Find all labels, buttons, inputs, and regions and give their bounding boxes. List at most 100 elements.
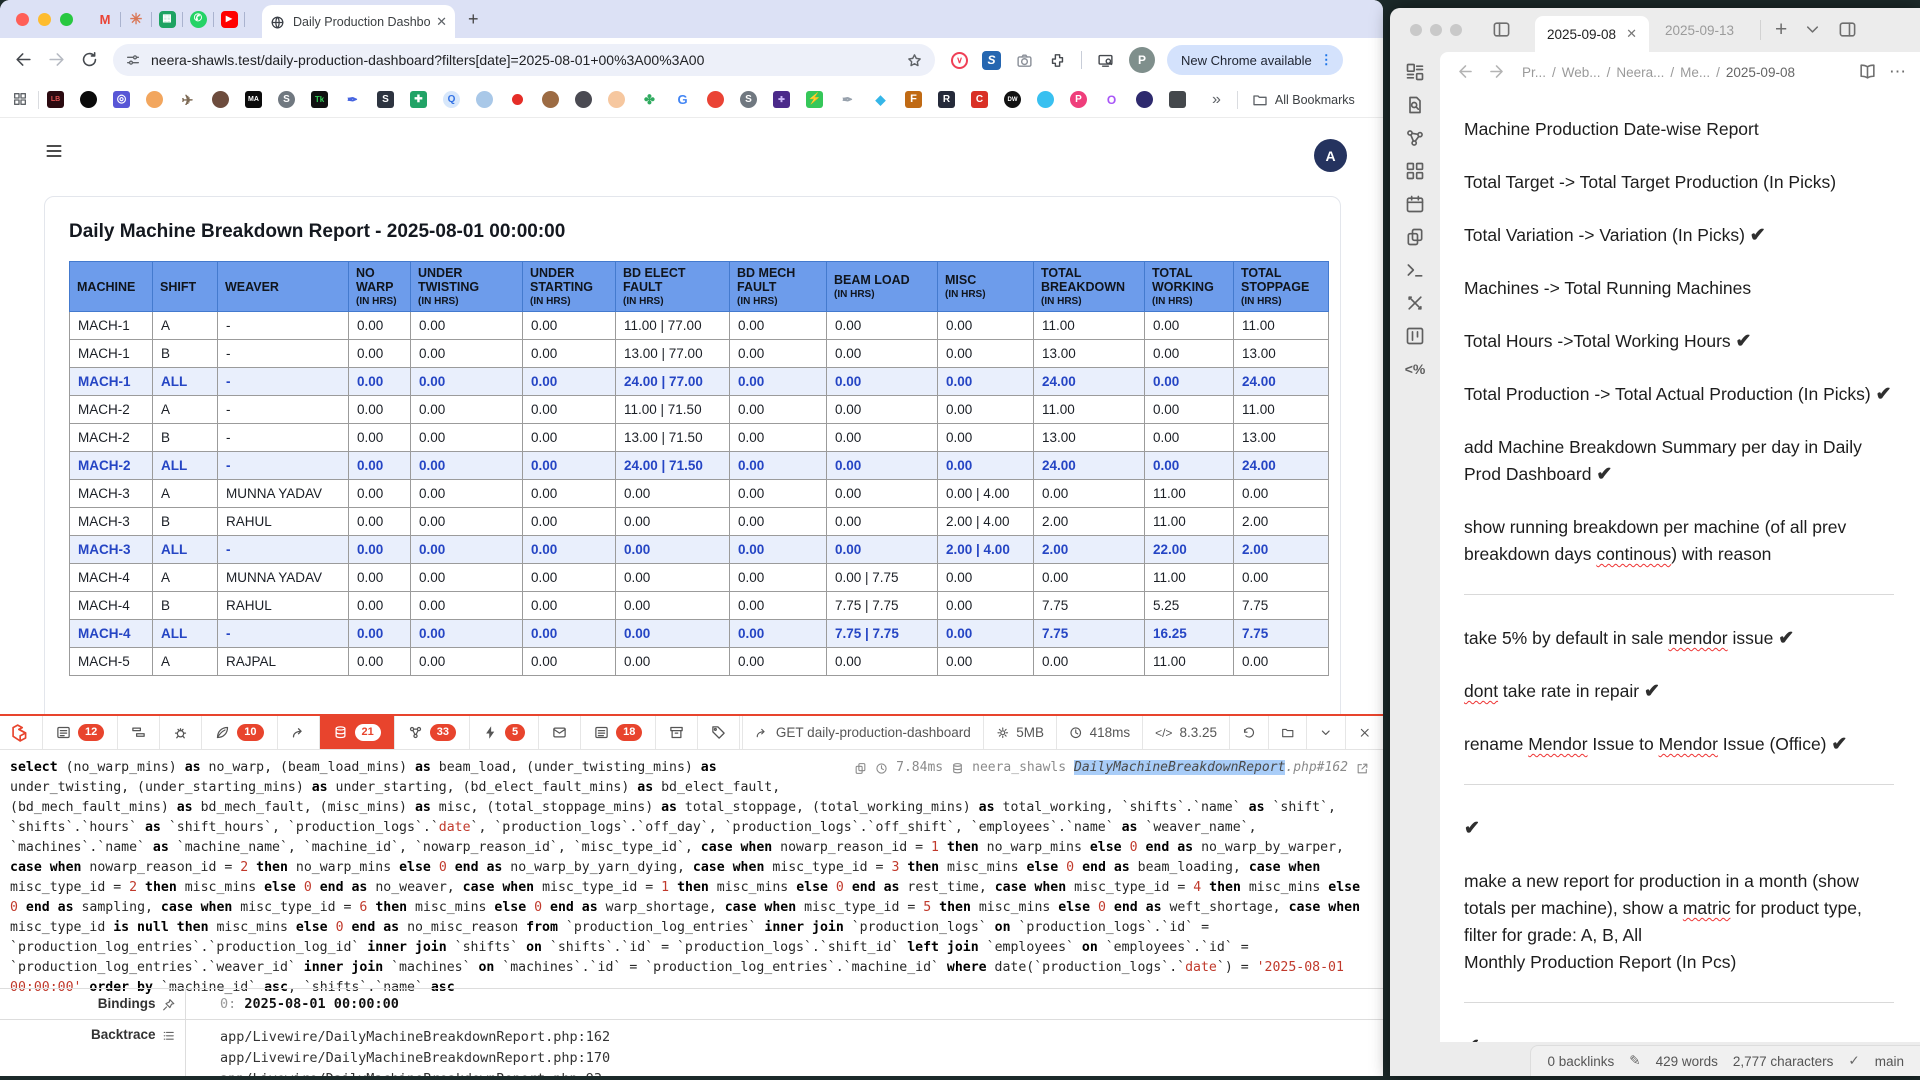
breadcrumb-segment[interactable]: 2025-09-08 bbox=[1726, 65, 1795, 80]
edit-mode-pencil-icon[interactable]: ✎ bbox=[1629, 1053, 1640, 1069]
apps-grid-icon[interactable] bbox=[12, 91, 28, 109]
maximize-window-button[interactable] bbox=[60, 13, 73, 26]
bookmark-favicon-target-purple[interactable]: ◎ bbox=[113, 91, 130, 108]
send-to-device-icon[interactable] bbox=[1096, 51, 1115, 70]
backlinks-count[interactable]: 0 backlinks bbox=[1547, 1054, 1614, 1069]
tab-daily-production-dashboard[interactable]: Daily Production Dashboard - ✕ bbox=[262, 5, 455, 38]
bookmarks-overflow-icon[interactable]: » bbox=[1212, 91, 1221, 109]
bookmark-favicon-s-gray2[interactable]: S bbox=[740, 91, 757, 108]
user-avatar[interactable]: A bbox=[1314, 139, 1347, 172]
bookmark-favicon-tk[interactable]: Tk bbox=[311, 91, 328, 108]
open-folder-button[interactable] bbox=[1268, 716, 1307, 749]
pocket-extension-icon[interactable]: ∨ bbox=[951, 52, 968, 69]
bookmark-favicon-google[interactable]: G bbox=[674, 91, 691, 108]
hamburger-menu-icon[interactable] bbox=[44, 139, 64, 162]
debugbar-tab-exceptions[interactable] bbox=[160, 716, 202, 749]
all-bookmarks-button[interactable]: All Bookmarks bbox=[1252, 92, 1355, 108]
back-button[interactable] bbox=[14, 49, 33, 71]
obsidian-traffic-lights[interactable] bbox=[1410, 24, 1470, 36]
bookmark-favicon-c-red[interactable]: C bbox=[971, 91, 988, 108]
bookmark-favicon-o-purple[interactable]: O bbox=[1103, 91, 1120, 108]
breadcrumb-segment[interactable]: Web... bbox=[1562, 65, 1601, 80]
canvas-icon[interactable] bbox=[1405, 161, 1425, 181]
bookmark-favicon-shield-purple[interactable]: ✚ bbox=[773, 91, 790, 108]
bookmark-favicon-ma[interactable]: MA bbox=[245, 91, 262, 108]
character-count[interactable]: 2,777 characters bbox=[1733, 1054, 1834, 1069]
bookmark-favicon-feather-blue[interactable]: ✒ bbox=[344, 91, 361, 108]
address-bar[interactable]: neera-shawls.test/daily-production-dashb… bbox=[113, 44, 935, 76]
bookmark-favicon-maps-pin[interactable] bbox=[707, 91, 724, 108]
bookmark-favicon-black-oval[interactable] bbox=[80, 91, 97, 108]
bookmark-favicon-p-pink[interactable]: P bbox=[1070, 91, 1087, 108]
bookmark-favicon-clover[interactable]: ✤ bbox=[641, 91, 658, 108]
copy-icon[interactable] bbox=[1405, 227, 1425, 247]
site-settings-icon[interactable] bbox=[125, 51, 141, 69]
terminal-icon[interactable] bbox=[1405, 260, 1425, 280]
profile-avatar[interactable]: P bbox=[1129, 47, 1155, 73]
debugbar-tab-mails[interactable] bbox=[539, 716, 581, 749]
search-doc-icon[interactable] bbox=[1405, 95, 1425, 115]
laravel-logo-icon[interactable] bbox=[0, 716, 43, 749]
cards-icon[interactable] bbox=[1405, 62, 1425, 82]
forward-button[interactable] bbox=[47, 49, 66, 71]
bookmark-favicon-q-blue[interactable]: Q bbox=[443, 91, 460, 108]
pinned-tab-sheets-icon[interactable]: ▦ bbox=[152, 4, 182, 34]
note-editor[interactable]: Machine Production Date-wise ReportTotal… bbox=[1440, 92, 1920, 1042]
toggle-right-sidebar-icon[interactable] bbox=[1838, 19, 1857, 41]
debugbar-tab-route[interactable] bbox=[278, 716, 320, 749]
breadcrumb-segment[interactable]: Pr... bbox=[1522, 65, 1546, 80]
bookmark-favicon-red-dot[interactable] bbox=[509, 91, 526, 108]
debugbar-tab-livewire[interactable]: 5 bbox=[470, 716, 539, 749]
bookmark-favicon-dw-black[interactable]: DW bbox=[1004, 91, 1021, 108]
bookmark-favicon-person-orange[interactable] bbox=[146, 91, 163, 108]
bookmark-favicon-rocket[interactable] bbox=[212, 91, 229, 108]
sync-check-icon[interactable]: ✓ bbox=[1848, 1053, 1859, 1069]
debugbar-tab-queries[interactable]: 21 bbox=[320, 716, 395, 749]
more-options-icon[interactable]: ⋯ bbox=[1889, 62, 1906, 82]
breadcrumb[interactable]: Pr.../Web.../Neera.../Me.../2025-09-08 bbox=[1522, 65, 1795, 80]
copy-icon[interactable] bbox=[854, 762, 867, 775]
request-status[interactable]: GET daily-production-dashboard bbox=[742, 716, 982, 749]
reload-button[interactable] bbox=[80, 49, 99, 71]
bookmark-favicon-r-dark[interactable]: R bbox=[938, 91, 955, 108]
reading-mode-icon[interactable] bbox=[1858, 61, 1877, 83]
close-window-button[interactable] bbox=[16, 13, 29, 26]
bookmark-favicon-s-dark[interactable]: S bbox=[377, 91, 394, 108]
s-extension-icon[interactable]: S bbox=[982, 51, 1001, 70]
bookmark-star-icon[interactable] bbox=[906, 50, 923, 70]
nav-back-icon[interactable] bbox=[1456, 61, 1475, 83]
bookmark-favicon-green-cross[interactable]: ✚ bbox=[410, 91, 427, 108]
pinned-tab-gmail-icon[interactable]: M bbox=[90, 4, 120, 34]
minimize-debugbar-button[interactable] bbox=[1306, 716, 1345, 749]
bookmark-favicon-plane[interactable]: ✈ bbox=[179, 91, 196, 108]
bookmark-favicon-person-hat[interactable] bbox=[542, 91, 559, 108]
bookmark-favicon-f-orange[interactable]: F bbox=[905, 91, 922, 108]
graph-icon[interactable] bbox=[1405, 128, 1425, 148]
bookmark-favicon-baby[interactable] bbox=[608, 91, 625, 108]
new-tab-button[interactable]: + bbox=[468, 9, 479, 30]
word-count[interactable]: 429 words bbox=[1656, 1054, 1718, 1069]
new-chrome-available-button[interactable]: New Chrome available ⋮ bbox=[1167, 45, 1343, 75]
history-button[interactable] bbox=[1229, 716, 1268, 749]
bookmark-favicon-s-gray[interactable]: S bbox=[278, 91, 295, 108]
bookmark-favicon-diamond-blue[interactable]: ◆ bbox=[872, 91, 889, 108]
toggle-left-sidebar-icon[interactable] bbox=[1492, 19, 1511, 41]
bookmark-favicon-dark-figure[interactable] bbox=[575, 91, 592, 108]
breadcrumb-segment[interactable]: Me... bbox=[1680, 65, 1710, 80]
close-window-button[interactable] bbox=[1410, 24, 1422, 36]
debugbar-tab-messages[interactable]: 12 bbox=[43, 716, 118, 749]
bookmark-favicon-owl[interactable] bbox=[476, 91, 493, 108]
pinned-tab-claude-icon[interactable]: ✳ bbox=[121, 4, 151, 34]
traffic-lights[interactable] bbox=[16, 13, 82, 26]
debugbar-tab-views[interactable]: 10 bbox=[202, 716, 277, 749]
git-branch[interactable]: main bbox=[1875, 1054, 1904, 1069]
minimize-window-button[interactable] bbox=[38, 13, 51, 26]
pin-icon[interactable] bbox=[162, 998, 176, 1012]
more-vertical-icon[interactable]: ⋮ bbox=[1320, 52, 1333, 68]
debugbar-tab-models[interactable]: 33 bbox=[395, 716, 470, 749]
templater-icon[interactable]: <% bbox=[1405, 359, 1426, 379]
debugbar-tab-session[interactable]: 18 bbox=[581, 716, 656, 749]
tab-2025-09-13[interactable]: 2025-09-13 bbox=[1649, 23, 1750, 38]
bookmark-favicon-avatar-dark[interactable] bbox=[1136, 91, 1153, 108]
new-tab-button[interactable]: + bbox=[1775, 18, 1787, 42]
